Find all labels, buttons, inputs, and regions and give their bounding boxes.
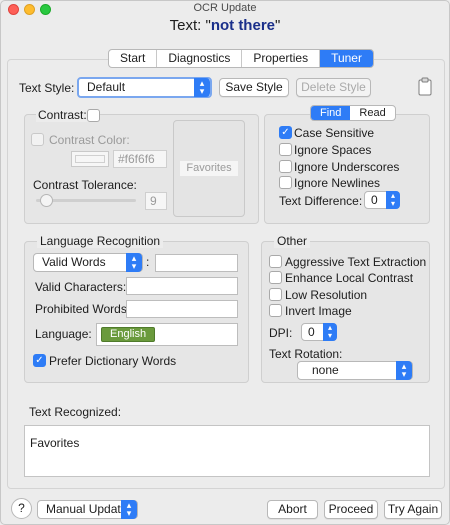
help-button[interactable]: ? bbox=[11, 498, 32, 519]
dpi-value: 0 bbox=[308, 325, 315, 339]
contrast-tolerance-label: Contrast Tolerance: bbox=[33, 178, 137, 192]
window-titlebar: OCR Update bbox=[1, 1, 449, 15]
invert-image-checkbox[interactable] bbox=[269, 304, 282, 317]
title-prefix: Text: " bbox=[169, 17, 211, 34]
tab-start[interactable]: Start bbox=[109, 50, 158, 67]
ignore-newlines-checkbox[interactable] bbox=[279, 176, 292, 189]
text-recognized-area[interactable]: Favorites bbox=[24, 425, 430, 477]
zoom-window-button[interactable] bbox=[40, 4, 51, 15]
language-mode-colon: : bbox=[146, 255, 150, 269]
language-label: Language: bbox=[35, 327, 92, 341]
contrast-color-checkbox[interactable] bbox=[31, 133, 44, 146]
aggressive-extraction-checkbox[interactable] bbox=[269, 255, 282, 268]
contrast-color-swatch[interactable] bbox=[71, 151, 109, 167]
ignore-underscores-checkbox[interactable] bbox=[279, 160, 292, 173]
ocr-update-window: OCR Update Text: "not there" Start Diagn… bbox=[0, 0, 450, 525]
segment-find[interactable]: Find bbox=[311, 106, 351, 120]
chevron-updown-icon: ▴ ▾ bbox=[121, 500, 137, 519]
enhance-contrast-checkbox[interactable] bbox=[269, 271, 282, 284]
valid-characters-field[interactable] bbox=[126, 277, 238, 295]
text-rotation-popup[interactable]: none ▴ ▾ bbox=[297, 361, 413, 380]
contrast-label: Contrast: bbox=[36, 108, 89, 122]
ignore-newlines-label: Ignore Newlines bbox=[294, 176, 381, 190]
text-difference-label: Text Difference: bbox=[279, 194, 363, 208]
dpi-label: DPI: bbox=[269, 326, 293, 340]
ignore-underscores-label: Ignore Underscores bbox=[294, 160, 400, 174]
try-again-button[interactable]: Try Again bbox=[384, 500, 442, 519]
prohibited-words-field[interactable] bbox=[126, 300, 238, 318]
dpi-stepper[interactable]: 0 ▴ ▾ bbox=[301, 323, 337, 341]
contrast-color-label: Contrast Color: bbox=[49, 133, 130, 147]
ignore-spaces-checkbox[interactable] bbox=[279, 143, 292, 156]
enhance-contrast-label: Enhance Local Contrast bbox=[285, 271, 414, 285]
text-recognized-label: Text Recognized: bbox=[29, 405, 122, 419]
language-recognition-title: Language Recognition bbox=[37, 234, 164, 248]
contrast-tolerance-slider[interactable] bbox=[40, 194, 53, 207]
text-difference-stepper[interactable]: 0 ▴ ▾ bbox=[364, 191, 400, 209]
language-mode-popup[interactable]: Valid Words ▴ ▾ bbox=[33, 253, 143, 272]
segment-read[interactable]: Read bbox=[350, 106, 394, 120]
case-sensitive-label: Case Sensitive bbox=[294, 126, 375, 140]
text-style-label: Text Style: bbox=[19, 81, 75, 95]
save-style-button[interactable]: Save Style bbox=[219, 78, 289, 97]
contrast-tolerance-field[interactable]: 9 bbox=[145, 192, 167, 210]
ignore-spaces-label: Ignore Spaces bbox=[294, 143, 372, 157]
language-mode-field[interactable] bbox=[155, 254, 238, 272]
text-style-popup[interactable]: Default ▴ ▾ bbox=[77, 77, 212, 98]
language-tag-english[interactable]: English bbox=[101, 327, 156, 342]
text-rotation-label: Text Rotation: bbox=[269, 347, 343, 361]
low-resolution-checkbox[interactable] bbox=[269, 288, 282, 301]
title-value: not there bbox=[210, 17, 275, 34]
prefer-dictionary-label: Prefer Dictionary Words bbox=[49, 354, 177, 368]
proceed-button[interactable]: Proceed bbox=[324, 500, 378, 519]
text-style-value: Default bbox=[87, 80, 126, 94]
stepper-arrows-icon: ▴ ▾ bbox=[386, 191, 400, 209]
prefer-dictionary-checkbox[interactable]: ✓ bbox=[33, 354, 46, 367]
low-resolution-label: Low Resolution bbox=[285, 288, 368, 302]
update-mode-popup[interactable]: Manual Update ▴ ▾ bbox=[37, 500, 138, 519]
delete-style-button[interactable]: Delete Style bbox=[296, 78, 371, 97]
find-read-segmented: Find Read bbox=[310, 105, 396, 121]
language-mode-value: Valid Words bbox=[42, 255, 106, 269]
aggressive-extraction-label: Aggressive Text Extraction bbox=[285, 255, 427, 269]
chevron-updown-icon: ▴ ▾ bbox=[396, 361, 412, 380]
tab-bar: Start Diagnostics Properties Tuner bbox=[108, 49, 374, 68]
stepper-arrows-icon: ▴ ▾ bbox=[323, 323, 337, 341]
text-rotation-value: none bbox=[312, 363, 339, 377]
window-title: OCR Update bbox=[193, 2, 257, 14]
valid-characters-label: Valid Characters: bbox=[35, 280, 127, 294]
clipboard-icon[interactable] bbox=[417, 76, 433, 96]
contrast-color-field[interactable]: #f6f6f6 bbox=[113, 150, 167, 168]
text-recognized-value: Favorites bbox=[30, 436, 80, 450]
update-mode-value: Manual Update bbox=[46, 502, 128, 516]
title-suffix: " bbox=[275, 17, 281, 34]
search-text-title: Text: "not there" bbox=[1, 17, 449, 34]
case-sensitive-checkbox[interactable]: ✓ bbox=[279, 126, 292, 139]
chevron-updown-icon: ▴ ▾ bbox=[194, 78, 210, 97]
text-difference-value: 0 bbox=[371, 193, 378, 207]
tab-properties[interactable]: Properties bbox=[242, 50, 321, 67]
close-window-button[interactable] bbox=[8, 4, 19, 15]
tab-tuner[interactable]: Tuner bbox=[320, 50, 373, 67]
other-title: Other bbox=[274, 234, 311, 248]
contrast-checkbox[interactable] bbox=[87, 109, 100, 122]
abort-button[interactable]: Abort bbox=[267, 500, 318, 519]
chevron-updown-icon: ▴ ▾ bbox=[126, 253, 142, 272]
language-token-field[interactable]: English bbox=[96, 323, 238, 346]
contrast-preview: Favorites bbox=[173, 120, 245, 217]
invert-image-label: Invert Image bbox=[285, 304, 352, 318]
preview-text: Favorites bbox=[180, 161, 238, 176]
tab-diagnostics[interactable]: Diagnostics bbox=[157, 50, 243, 67]
minimize-window-button[interactable] bbox=[24, 4, 35, 15]
prohibited-words-label: Prohibited Words: bbox=[35, 302, 131, 316]
